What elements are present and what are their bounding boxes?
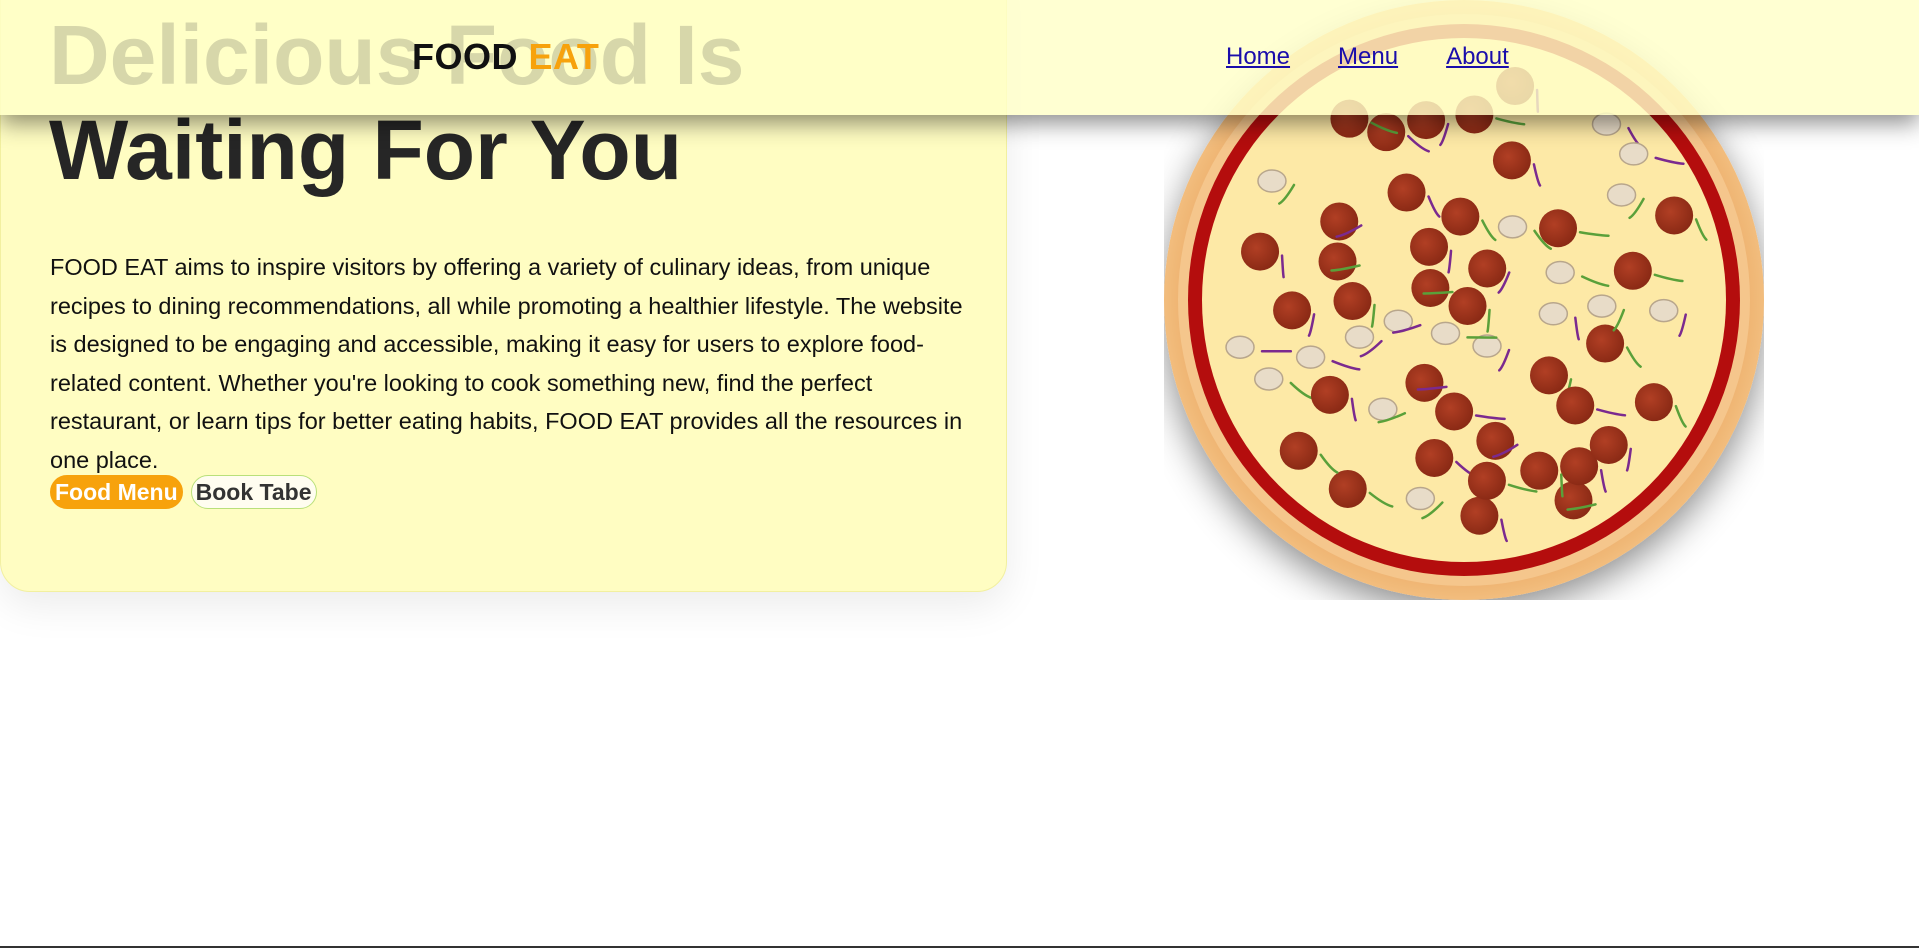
pepperoni xyxy=(1467,461,1506,500)
mushroom xyxy=(1254,367,1284,391)
mushroom xyxy=(1430,321,1461,346)
nav-about-link[interactable]: About xyxy=(1446,42,1509,72)
site-header: FOOD EAT Home Menu About xyxy=(0,0,1919,115)
pepperoni xyxy=(1310,375,1349,414)
pepperoni xyxy=(1520,451,1559,490)
pepperoni xyxy=(1476,421,1515,460)
pepperoni xyxy=(1539,209,1578,248)
pepperoni xyxy=(1411,269,1450,308)
green-pepper xyxy=(1560,473,1564,498)
food-menu-button[interactable]: Food Menu xyxy=(50,475,183,509)
pepperoni xyxy=(1556,386,1595,425)
pepperoni xyxy=(1279,431,1318,470)
pepperoni xyxy=(1460,496,1499,535)
pepperoni xyxy=(1492,141,1531,180)
pepperoni xyxy=(1241,232,1280,271)
mushroom xyxy=(1538,302,1569,326)
pepperoni xyxy=(1655,196,1694,235)
green-pepper xyxy=(1422,290,1454,295)
mushroom xyxy=(1545,260,1575,285)
mushroom xyxy=(1344,325,1375,349)
pepperoni xyxy=(1273,291,1312,330)
hero-buttons: Food Menu Book Tabe xyxy=(50,475,317,509)
pepperoni xyxy=(1554,481,1593,520)
pepperoni xyxy=(1333,282,1372,321)
main-nav: Home Menu About xyxy=(1226,42,1509,72)
pepperoni xyxy=(1367,113,1406,152)
pepperoni xyxy=(1441,197,1480,236)
pepperoni xyxy=(1405,363,1444,402)
mushroom xyxy=(1405,486,1436,511)
nav-menu-link[interactable]: Menu xyxy=(1338,42,1398,72)
pepperoni xyxy=(1448,286,1487,325)
pepperoni xyxy=(1328,469,1367,508)
pepperoni xyxy=(1589,425,1628,464)
mushroom xyxy=(1587,294,1617,318)
mushroom xyxy=(1618,142,1649,166)
page: Delicious Food Is Waiting For You FOOD E… xyxy=(0,0,1919,948)
logo-main: FOOD xyxy=(412,36,518,77)
pepperoni xyxy=(1410,227,1449,266)
mushroom xyxy=(1648,298,1679,323)
site-logo[interactable]: FOOD EAT xyxy=(412,36,599,78)
logo-accent: EAT xyxy=(528,36,600,77)
mushroom xyxy=(1225,335,1255,359)
nav-home-link[interactable]: Home xyxy=(1226,42,1290,72)
pepperoni xyxy=(1387,173,1426,212)
mushroom xyxy=(1368,397,1398,421)
pepperoni xyxy=(1634,383,1673,422)
mushroom xyxy=(1591,112,1622,136)
red-onion xyxy=(1280,254,1285,279)
mushroom xyxy=(1497,215,1528,239)
mushroom xyxy=(1295,345,1326,369)
book-table-button[interactable]: Book Tabe xyxy=(190,475,317,509)
mushroom xyxy=(1606,183,1637,207)
pepperoni xyxy=(1586,324,1625,363)
hero-description: FOOD EAT aims to inspire visitors by off… xyxy=(50,254,963,473)
pepperoni xyxy=(1415,438,1454,477)
pepperoni xyxy=(1318,242,1357,281)
pepperoni xyxy=(1468,249,1507,288)
pepperoni xyxy=(1529,356,1568,395)
pepperoni xyxy=(1435,392,1474,431)
mushroom xyxy=(1257,169,1287,193)
pepperoni xyxy=(1613,251,1652,290)
